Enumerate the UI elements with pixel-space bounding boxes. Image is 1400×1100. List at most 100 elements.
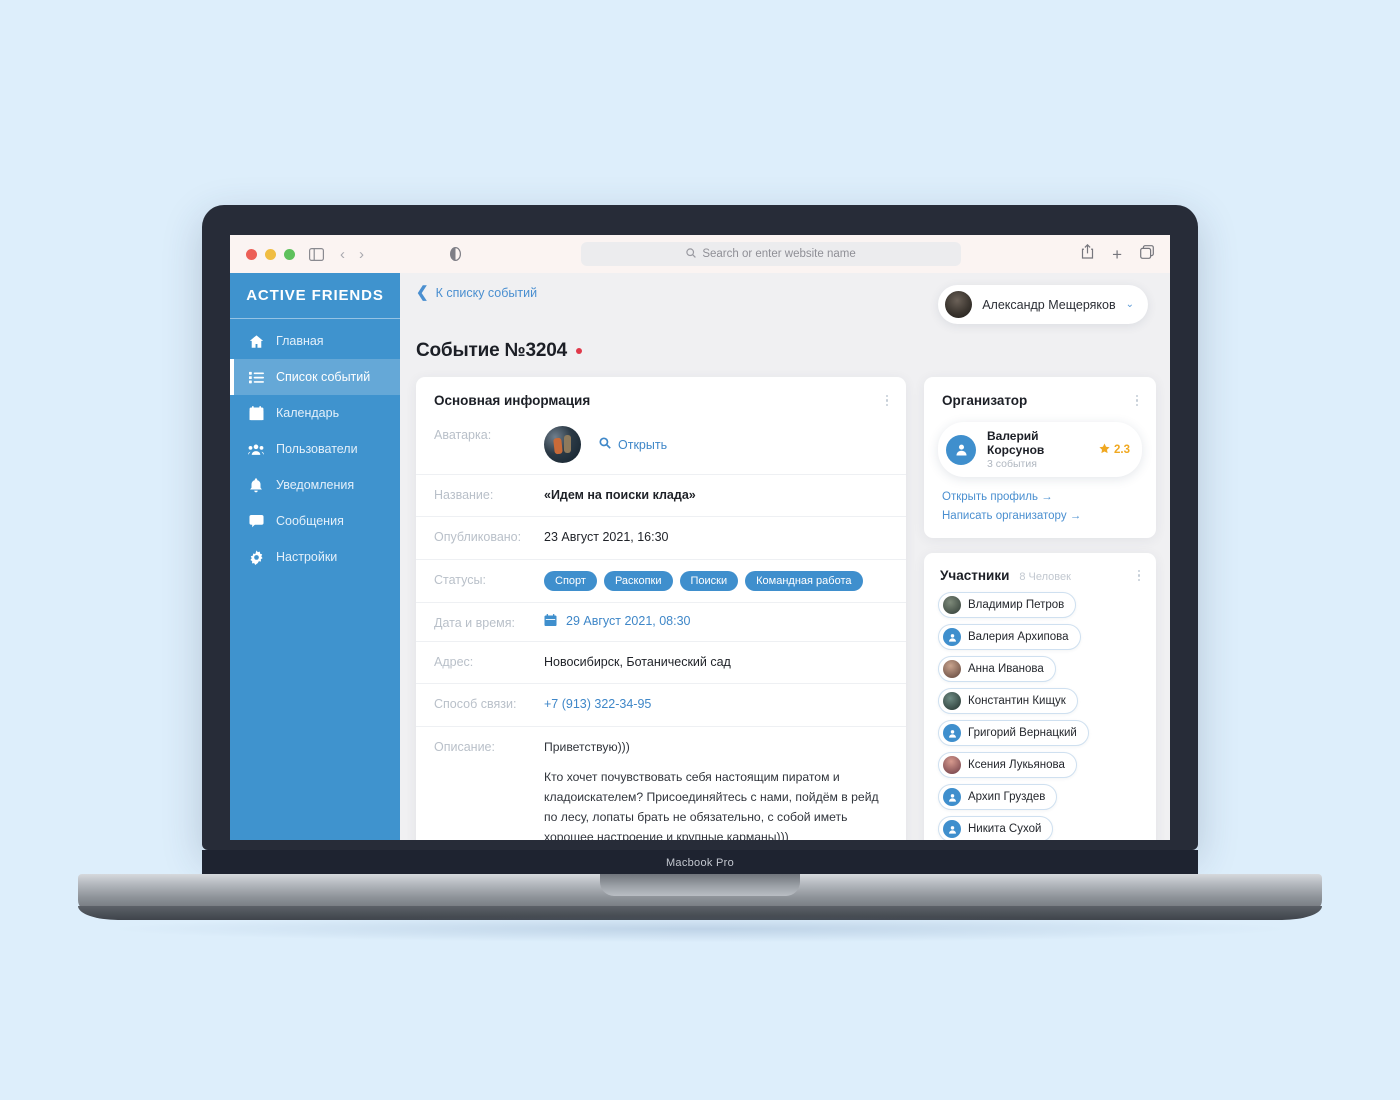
row-label: Способ связи: [434,697,517,712]
published-value: 23 Август 2021, 16:30 [544,530,669,545]
row-avatar: Аватарка: Открыть [416,422,906,474]
sidebar-item-label: Уведомления [276,478,355,492]
open-avatar-label: Открыть [618,437,668,452]
main-topline: ❮ К списку событий Александр Мещеряков ⌄ [416,285,1148,324]
sidebar-item-messages[interactable]: Сообщения [230,503,400,539]
card-title: Основная информация [434,393,591,408]
list-item[interactable]: Владимир Петров [938,592,1077,618]
participant-name: Анна Иванова [968,663,1044,675]
sidebar-item-users[interactable]: Пользователи [230,431,400,467]
card-header: Основная информация [416,377,906,422]
laptop-chin: Macbook Pro [202,850,1198,876]
back-to-events-link[interactable]: ❮ К списку событий [416,285,537,300]
list-item[interactable]: Анна Иванова [938,656,1056,682]
row-address: Адрес: Новосибирск, Ботанический сад [416,640,906,683]
list-item[interactable]: Ксения Лукьянова [938,752,1077,778]
sidebar-item-label: Список событий [276,370,371,384]
status-chip[interactable]: Спорт [544,570,597,591]
chevron-down-icon[interactable]: ⌄ [1126,299,1134,310]
page-title-text: Событие №3204 [416,340,567,361]
row-description: Описание: Приветствую))) Кто хочет почув… [416,725,906,840]
more-options-icon[interactable] [885,394,888,407]
avatar [943,596,961,614]
organizer-rating: 2.3 [1099,443,1130,457]
brand-logo[interactable]: ACTIVE FRIENDS [230,273,400,319]
status-chip[interactable]: Командная работа [745,570,863,591]
open-profile-link[interactable]: Открыть профиль → [942,491,1138,503]
browser-nav-arrows[interactable]: ‹ › [340,246,364,263]
list-item[interactable]: Архип Груздев [938,784,1058,810]
sidebar-item-calendar[interactable]: Календарь [230,395,400,431]
organizer-links: Открыть профиль → Написать организатору … [924,477,1156,538]
sidebar-item-events-list[interactable]: Список событий [230,359,400,395]
browser-actions[interactable]: + [1081,243,1154,264]
sidebar-item-label: Календарь [276,406,340,420]
open-avatar-button[interactable]: Открыть [599,437,667,452]
list-item[interactable]: Константин Кищук [938,688,1078,714]
main-content: ❮ К списку событий Александр Мещеряков ⌄… [400,273,1170,840]
person-placeholder-icon [943,724,961,742]
avatar [943,692,961,710]
close-window-button[interactable] [246,248,257,260]
datetime-value-group[interactable]: 29 Август 2021, 08:30 [544,614,691,628]
back-arrow-icon[interactable]: ‹ [340,246,345,263]
row-published: Опубликовано: 23 Август 2021, 16:30 [416,516,906,558]
list-item[interactable]: Никита Сухой [938,816,1054,840]
status-chip[interactable]: Поиски [679,570,739,591]
avatar [943,756,961,774]
row-label: Статусы: [434,572,486,587]
row-statuses: Статусы: Спорт Раскопки Поиски Командная… [416,558,906,602]
home-icon [248,333,264,349]
new-tab-icon[interactable]: + [1112,246,1122,263]
card-header: Участники 8 Человек [924,553,1156,592]
participant-name: Ксения Лукьянова [968,759,1065,771]
avatar [943,660,961,678]
sidebar-item-home[interactable]: Главная [230,323,400,359]
share-icon[interactable] [1081,243,1094,264]
more-options-icon[interactable] [1135,394,1138,407]
status-badge [575,348,582,354]
row-name: Название: «Идем на поиски клада» [416,474,906,516]
gear-icon [248,549,264,565]
more-options-icon[interactable] [1137,569,1140,582]
laptop-shadow [120,916,1280,942]
organizer-rating-value: 2.3 [1114,443,1130,456]
sidebar-item-label: Настройки [276,550,338,564]
participants-count: 8 Человек [1019,571,1071,583]
address-bar[interactable]: Search or enter website name [581,242,962,266]
status-chip[interactable]: Раскопки [603,570,673,591]
person-placeholder-icon [946,434,976,465]
sidebar-item-settings[interactable]: Настройки [230,539,400,575]
row-label: Адрес: [434,654,474,669]
row-label: Название: [434,488,494,502]
window-traffic-lights[interactable] [246,248,295,260]
event-avatar-image [544,426,581,463]
minimize-window-button[interactable] [265,248,276,260]
sidebar-item-notifications[interactable]: Уведомления [230,467,400,503]
maximize-window-button[interactable] [284,248,295,260]
organizer-card: Организатор Валерий Корсунов 3 события 2… [924,377,1156,538]
users-icon [248,441,264,457]
list-item[interactable]: Григорий Вернацкий [938,720,1089,746]
main-information-card: Основная информация Аватарка: Открыть На… [416,377,906,840]
organizer-person[interactable]: Валерий Корсунов 3 события 2.3 [938,422,1142,477]
list-item[interactable]: Валерия Архипова [938,624,1081,650]
person-placeholder-icon [943,788,961,806]
description-paragraph: Приветствую))) [544,739,630,754]
content-columns: Основная информация Аватарка: Открыть На… [416,377,1156,840]
card-title: Участники [940,568,1010,583]
reader-view-icon[interactable] [450,247,461,261]
tab-overview-icon[interactable] [1140,244,1154,264]
browser-toolbar: ‹ › Search or enter website name + [230,235,1170,273]
card-header: Организатор [924,377,1156,422]
participants-list: Владимир Петров Валерия Архипова Анна Ив… [924,592,1156,840]
message-icon [248,513,264,529]
datetime-value: 29 Август 2021, 08:30 [566,613,691,628]
contact-value[interactable]: +7 (913) 322-34-95 [544,695,651,714]
message-organizer-link[interactable]: Написать организатору → [942,510,1138,522]
account-menu[interactable]: Александр Мещеряков ⌄ [938,285,1148,324]
sidebar-toggle-icon[interactable] [309,247,324,261]
participants-card: Участники 8 Человек Владимир Петров Вале… [924,553,1156,840]
forward-arrow-icon[interactable]: › [359,246,364,263]
laptop-notch [600,874,800,896]
